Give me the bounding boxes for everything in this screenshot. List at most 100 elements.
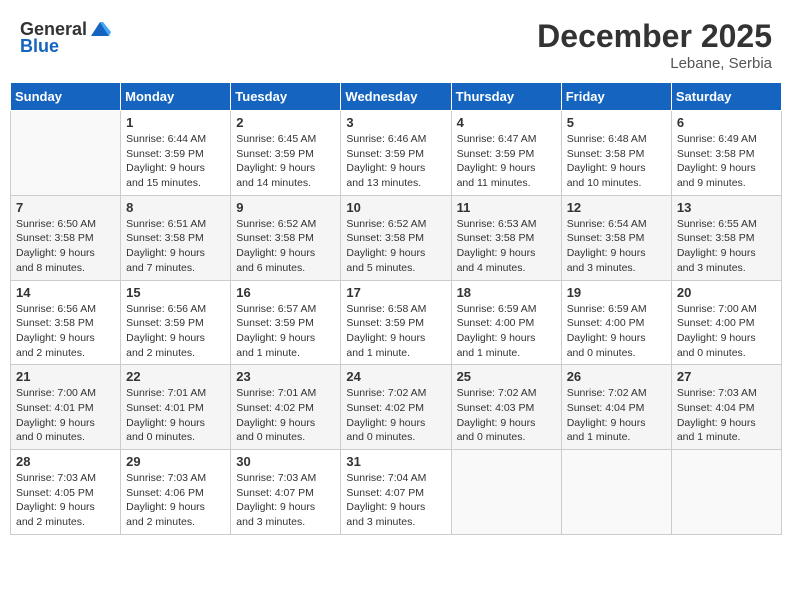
day-info: Sunrise: 6:56 AM Sunset: 3:58 PM Dayligh… <box>16 302 115 361</box>
day-number: 30 <box>236 454 335 469</box>
header-monday: Monday <box>121 83 231 111</box>
header-friday: Friday <box>561 83 671 111</box>
header-sunday: Sunday <box>11 83 121 111</box>
calendar-cell <box>11 111 121 196</box>
day-number: 6 <box>677 115 776 130</box>
day-number: 12 <box>567 200 666 215</box>
day-info: Sunrise: 6:56 AM Sunset: 3:59 PM Dayligh… <box>126 302 225 361</box>
day-number: 1 <box>126 115 225 130</box>
day-number: 17 <box>346 285 445 300</box>
day-info: Sunrise: 7:01 AM Sunset: 4:01 PM Dayligh… <box>126 386 225 445</box>
calendar-cell: 5 Sunrise: 6:48 AM Sunset: 3:58 PM Daylig… <box>561 111 671 196</box>
day-number: 5 <box>567 115 666 130</box>
day-info: Sunrise: 6:50 AM Sunset: 3:58 PM Dayligh… <box>16 217 115 276</box>
day-info: Sunrise: 6:52 AM Sunset: 3:58 PM Dayligh… <box>346 217 445 276</box>
calendar-cell: 18 Sunrise: 6:59 AM Sunset: 4:00 PM Dayli… <box>451 280 561 365</box>
day-info: Sunrise: 6:52 AM Sunset: 3:58 PM Dayligh… <box>236 217 335 276</box>
page-header: General Blue December 2025 Lebane, Serbi… <box>10 10 782 76</box>
calendar-cell: 31 Sunrise: 7:04 AM Sunset: 4:07 PM Dayli… <box>341 450 451 535</box>
day-info: Sunrise: 6:59 AM Sunset: 4:00 PM Dayligh… <box>567 302 666 361</box>
calendar-cell: 16 Sunrise: 6:57 AM Sunset: 3:59 PM Dayli… <box>231 280 341 365</box>
day-info: Sunrise: 6:54 AM Sunset: 3:58 PM Dayligh… <box>567 217 666 276</box>
title-area: December 2025 Lebane, Serbia <box>537 18 772 72</box>
header-thursday: Thursday <box>451 83 561 111</box>
day-number: 21 <box>16 369 115 384</box>
day-number: 31 <box>346 454 445 469</box>
day-info: Sunrise: 6:57 AM Sunset: 3:59 PM Dayligh… <box>236 302 335 361</box>
day-number: 29 <box>126 454 225 469</box>
day-info: Sunrise: 6:51 AM Sunset: 3:58 PM Dayligh… <box>126 217 225 276</box>
calendar-cell: 7Sunrise: 6:50 AM Sunset: 3:58 PM Daylig… <box>11 195 121 280</box>
calendar-cell: 3 Sunrise: 6:46 AM Sunset: 3:59 PM Daylig… <box>341 111 451 196</box>
calendar-cell <box>671 450 781 535</box>
day-info: Sunrise: 7:02 AM Sunset: 4:02 PM Dayligh… <box>346 386 445 445</box>
week-row-5: 28 Sunrise: 7:03 AM Sunset: 4:05 PM Dayli… <box>11 450 782 535</box>
day-info: Sunrise: 6:46 AM Sunset: 3:59 PM Dayligh… <box>346 132 445 191</box>
day-info: Sunrise: 7:00 AM Sunset: 4:01 PM Dayligh… <box>16 386 115 445</box>
day-number: 10 <box>346 200 445 215</box>
calendar-cell: 27Sunrise: 7:03 AM Sunset: 4:04 PM Dayli… <box>671 365 781 450</box>
day-info: Sunrise: 6:58 AM Sunset: 3:59 PM Dayligh… <box>346 302 445 361</box>
day-info: Sunrise: 7:02 AM Sunset: 4:03 PM Dayligh… <box>457 386 556 445</box>
calendar-cell: 17 Sunrise: 6:58 AM Sunset: 3:59 PM Dayli… <box>341 280 451 365</box>
day-number: 20 <box>677 285 776 300</box>
location-subtitle: Lebane, Serbia <box>537 55 772 72</box>
logo: General Blue <box>20 18 111 57</box>
day-number: 28 <box>16 454 115 469</box>
calendar-cell: 25 Sunrise: 7:02 AM Sunset: 4:03 PM Dayli… <box>451 365 561 450</box>
day-info: Sunrise: 6:48 AM Sunset: 3:58 PM Dayligh… <box>567 132 666 191</box>
day-info: Sunrise: 7:02 AM Sunset: 4:04 PM Dayligh… <box>567 386 666 445</box>
calendar-cell: 21 Sunrise: 7:00 AM Sunset: 4:01 PM Dayli… <box>11 365 121 450</box>
calendar-cell: 29Sunrise: 7:03 AM Sunset: 4:06 PM Dayli… <box>121 450 231 535</box>
calendar-header-row: SundayMondayTuesdayWednesdayThursdayFrid… <box>11 83 782 111</box>
calendar-cell: 10 Sunrise: 6:52 AM Sunset: 3:58 PM Dayli… <box>341 195 451 280</box>
day-number: 26 <box>567 369 666 384</box>
week-row-4: 21 Sunrise: 7:00 AM Sunset: 4:01 PM Dayli… <box>11 365 782 450</box>
day-number: 9 <box>236 200 335 215</box>
calendar-cell: 15 Sunrise: 6:56 AM Sunset: 3:59 PM Dayli… <box>121 280 231 365</box>
day-info: Sunrise: 7:03 AM Sunset: 4:05 PM Dayligh… <box>16 471 115 530</box>
calendar-cell: 11Sunrise: 6:53 AM Sunset: 3:58 PM Dayli… <box>451 195 561 280</box>
calendar-cell: 1Sunrise: 6:44 AM Sunset: 3:59 PM Daylig… <box>121 111 231 196</box>
calendar-cell: 28 Sunrise: 7:03 AM Sunset: 4:05 PM Dayli… <box>11 450 121 535</box>
calendar-cell: 6Sunrise: 6:49 AM Sunset: 3:58 PM Daylig… <box>671 111 781 196</box>
calendar-cell: 14Sunrise: 6:56 AM Sunset: 3:58 PM Dayli… <box>11 280 121 365</box>
day-info: Sunrise: 7:04 AM Sunset: 4:07 PM Dayligh… <box>346 471 445 530</box>
calendar-cell: 4 Sunrise: 6:47 AM Sunset: 3:59 PM Daylig… <box>451 111 561 196</box>
day-info: Sunrise: 7:03 AM Sunset: 4:07 PM Dayligh… <box>236 471 335 530</box>
day-number: 23 <box>236 369 335 384</box>
day-info: Sunrise: 6:45 AM Sunset: 3:59 PM Dayligh… <box>236 132 335 191</box>
week-row-2: 7Sunrise: 6:50 AM Sunset: 3:58 PM Daylig… <box>11 195 782 280</box>
week-row-3: 14Sunrise: 6:56 AM Sunset: 3:58 PM Dayli… <box>11 280 782 365</box>
header-tuesday: Tuesday <box>231 83 341 111</box>
day-number: 2 <box>236 115 335 130</box>
calendar-cell: 26 Sunrise: 7:02 AM Sunset: 4:04 PM Dayli… <box>561 365 671 450</box>
calendar-cell: 30 Sunrise: 7:03 AM Sunset: 4:07 PM Dayli… <box>231 450 341 535</box>
calendar-cell <box>561 450 671 535</box>
day-info: Sunrise: 6:47 AM Sunset: 3:59 PM Dayligh… <box>457 132 556 191</box>
calendar-cell: 13Sunrise: 6:55 AM Sunset: 3:58 PM Dayli… <box>671 195 781 280</box>
day-info: Sunrise: 7:03 AM Sunset: 4:04 PM Dayligh… <box>677 386 776 445</box>
day-number: 15 <box>126 285 225 300</box>
calendar-cell: 20 Sunrise: 7:00 AM Sunset: 4:00 PM Dayli… <box>671 280 781 365</box>
logo-blue: Blue <box>20 36 59 57</box>
day-info: Sunrise: 6:53 AM Sunset: 3:58 PM Dayligh… <box>457 217 556 276</box>
day-number: 16 <box>236 285 335 300</box>
calendar-cell: 23 Sunrise: 7:01 AM Sunset: 4:02 PM Dayli… <box>231 365 341 450</box>
day-info: Sunrise: 6:59 AM Sunset: 4:00 PM Dayligh… <box>457 302 556 361</box>
day-number: 4 <box>457 115 556 130</box>
calendar-cell: 12 Sunrise: 6:54 AM Sunset: 3:58 PM Dayli… <box>561 195 671 280</box>
day-number: 24 <box>346 369 445 384</box>
calendar-cell: 2 Sunrise: 6:45 AM Sunset: 3:59 PM Daylig… <box>231 111 341 196</box>
day-number: 25 <box>457 369 556 384</box>
day-number: 18 <box>457 285 556 300</box>
day-number: 22 <box>126 369 225 384</box>
header-saturday: Saturday <box>671 83 781 111</box>
day-number: 3 <box>346 115 445 130</box>
day-info: Sunrise: 7:01 AM Sunset: 4:02 PM Dayligh… <box>236 386 335 445</box>
day-number: 8 <box>126 200 225 215</box>
calendar-table: SundayMondayTuesdayWednesdayThursdayFrid… <box>10 82 782 535</box>
calendar-cell: 8 Sunrise: 6:51 AM Sunset: 3:58 PM Daylig… <box>121 195 231 280</box>
calendar-cell: 24 Sunrise: 7:02 AM Sunset: 4:02 PM Dayli… <box>341 365 451 450</box>
day-info: Sunrise: 7:00 AM Sunset: 4:00 PM Dayligh… <box>677 302 776 361</box>
